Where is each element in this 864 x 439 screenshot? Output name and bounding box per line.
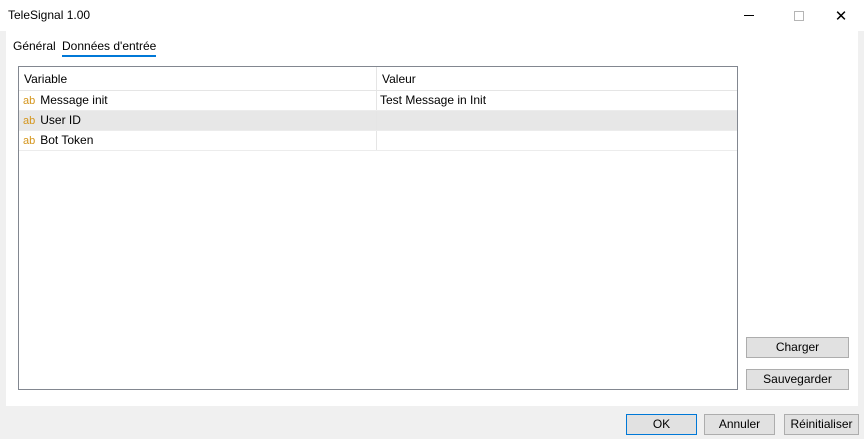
value-cell[interactable] [377,131,737,150]
variable-cell[interactable]: ab Message init [19,91,377,110]
maximize-icon [794,10,804,21]
cancel-button[interactable]: Annuler [704,414,775,435]
window-title: TeleSignal 1.00 [8,8,91,22]
variable-name: Message init [40,93,108,107]
close-button[interactable]: ✕ [818,0,864,31]
table-row[interactable]: ab Bot Token [19,131,737,151]
table-row[interactable]: ab Message init Test Message in Init [19,91,737,111]
column-header-variable[interactable]: Variable [19,67,377,91]
tab-input-data[interactable]: Données d'entrée [62,39,157,57]
column-header-value[interactable]: Valeur [377,67,737,91]
maximize-button[interactable] [776,0,822,31]
variable-cell[interactable]: ab User ID [19,111,377,130]
variable-name: User ID [40,113,81,127]
value-cell[interactable] [377,111,737,130]
tab-general[interactable]: Général [13,39,56,57]
table-row[interactable]: ab User ID [19,111,737,131]
variable-cell[interactable]: ab Bot Token [19,131,377,150]
minimize-button[interactable] [726,0,772,31]
close-icon: ✕ [834,7,848,25]
string-type-icon: ab [23,95,36,107]
string-type-icon: ab [23,135,36,147]
value-cell[interactable]: Test Message in Init [377,91,737,110]
load-button[interactable]: Charger [746,337,849,358]
ok-button[interactable]: OK [626,414,697,435]
grid-header: Variable Valeur [19,67,737,91]
parameters-grid: Variable Valeur ab Message init Test Mess… [18,66,738,390]
reset-button[interactable]: Réinitialiser [784,414,859,435]
title-bar: TeleSignal 1.00 ✕ [0,0,864,31]
minimize-icon [744,15,754,16]
variable-name: Bot Token [40,133,94,147]
string-type-icon: ab [23,115,36,127]
main-panel: Général Données d'entrée Variable Valeur… [6,31,858,406]
save-button[interactable]: Sauvegarder [746,369,849,390]
